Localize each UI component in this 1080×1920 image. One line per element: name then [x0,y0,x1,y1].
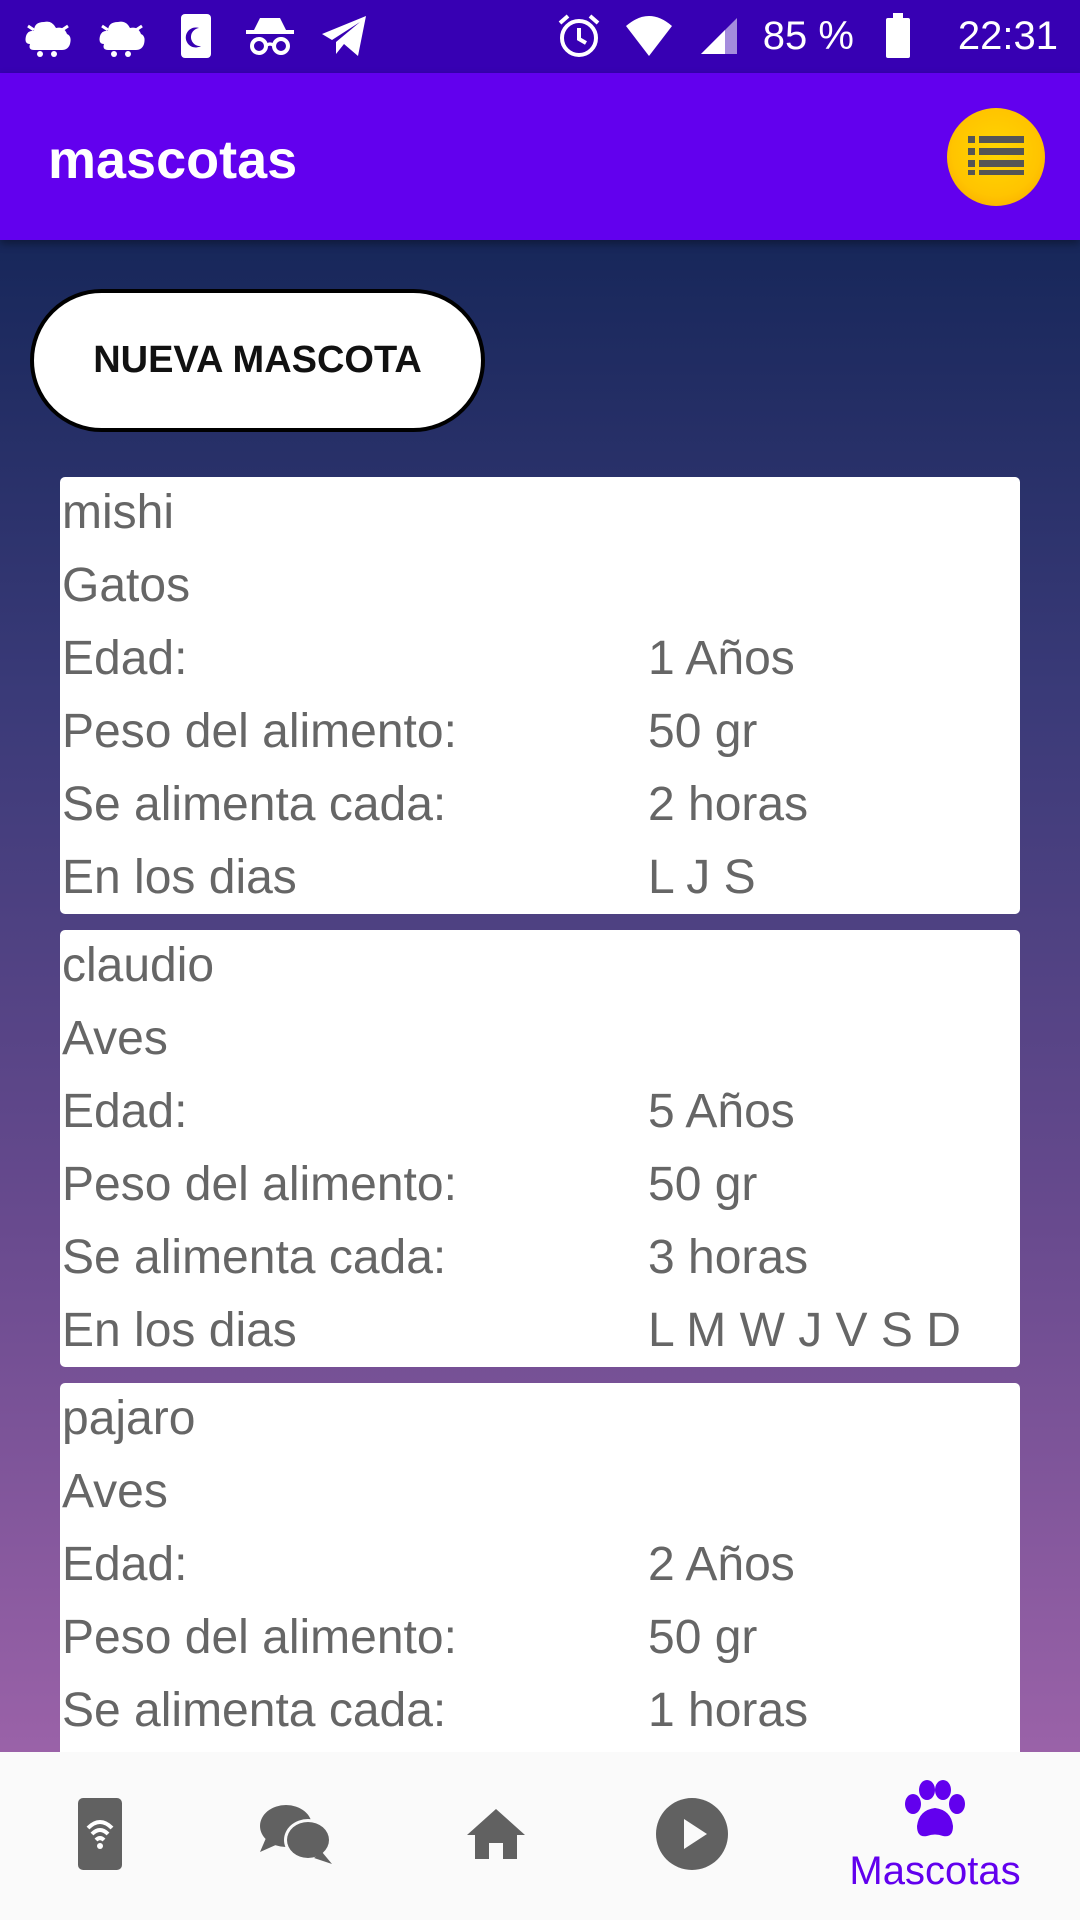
pet-card[interactable]: claudio Aves Edad: 5 Años Peso del alime… [60,930,1020,1367]
new-pet-button[interactable]: NUEVA MASCOTA [30,289,485,432]
pet-card[interactable]: pajaro Aves Edad: 2 Años Peso del alimen… [60,1383,1020,1752]
nav-item-play[interactable] [632,1752,752,1920]
wifi-icon [623,10,675,62]
days-value: L J S [648,851,756,904]
app-bar: mascotas [0,73,1080,240]
food-weight-label: Peso del alimento: [62,705,457,758]
signal-icon [693,10,745,62]
cloud-bug-icon [22,10,74,62]
nav-item-chat[interactable] [236,1752,356,1920]
pet-name: mishi [62,486,175,539]
feed-every-value: 2 horas [648,778,809,831]
age-label: Edad: [62,632,188,685]
home-icon [465,1807,527,1866]
nav-item-mascotas[interactable]: Mascotas [830,1752,1040,1920]
days-label: En los dias [62,851,297,904]
chat-icon [258,1802,334,1871]
age-value: 1 Años [648,632,795,685]
nav-item-devices[interactable] [40,1752,160,1920]
play-icon [655,1797,729,1876]
feed-every-label: Se alimenta cada: [62,1684,447,1737]
cloud-bug-icon [96,10,148,62]
pet-name: pajaro [62,1392,196,1445]
food-weight-value: 50 gr [648,1611,758,1664]
pets-content[interactable]: NUEVA MASCOTA mishi Gatos Edad: 1 Años P… [0,240,1080,1752]
food-weight-value: 50 gr [648,1158,758,1211]
food-weight-value: 50 gr [648,705,758,758]
sim-moon-icon [170,10,222,62]
days-label: En los dias [62,1304,297,1357]
feed-every-value: 1 horas [648,1684,809,1737]
food-weight-label: Peso del alimento: [62,1158,457,1211]
telegram-icon [318,10,370,62]
pet-type: Gatos [62,559,191,612]
paw-icon [897,1778,973,1847]
list-menu-icon [966,133,1026,182]
nav-item-home[interactable] [436,1752,556,1920]
feed-every-label: Se alimenta cada: [62,778,447,831]
pet-name: claudio [62,939,215,992]
food-weight-label: Peso del alimento: [62,1611,457,1664]
battery-icon [872,10,924,62]
page-title: mascotas [48,130,298,190]
pet-type: Aves [62,1465,168,1518]
age-value: 2 Años [648,1538,795,1591]
pet-card[interactable]: mishi Gatos Edad: 1 Años Peso del alimen… [60,477,1020,914]
feed-every-value: 3 horas [648,1231,809,1284]
feed-every-label: Se alimenta cada: [62,1231,447,1284]
nav-label-mascotas: Mascotas [849,1849,1021,1893]
battery-percent: 85 % [762,13,854,58]
bottom-nav: Mascotas [0,1752,1080,1920]
age-value: 5 Años [648,1085,795,1138]
alarm-icon [553,10,605,62]
menu-button[interactable] [947,108,1045,206]
incognito-icon [244,10,296,62]
age-label: Edad: [62,1538,188,1591]
pet-type: Aves [62,1012,168,1065]
age-label: Edad: [62,1085,188,1138]
status-bar: 85 % 22:31 [0,0,1080,73]
clock: 22:31 [957,13,1058,58]
days-value: L M W J V S D [648,1304,961,1357]
phone-wifi-icon [76,1796,124,1877]
